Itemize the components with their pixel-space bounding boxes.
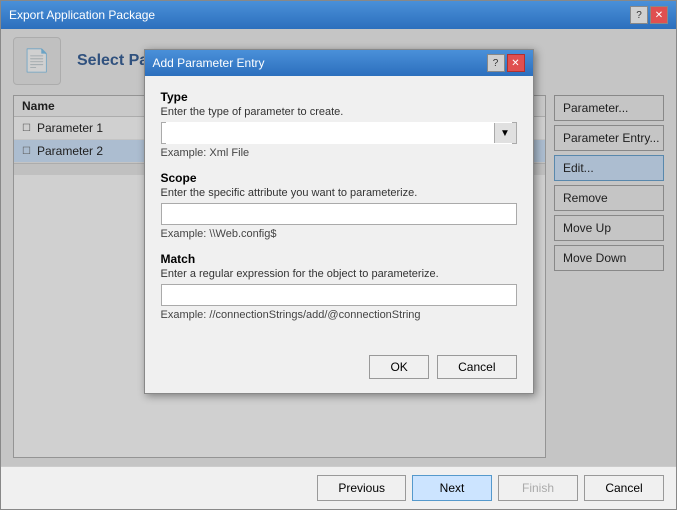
dialog-body: Type Enter the type of parameter to crea… [145,76,533,347]
scope-description: Enter the specific attribute you want to… [161,187,517,199]
next-button[interactable]: Next [412,475,492,501]
dialog-cancel-button[interactable]: Cancel [437,355,516,379]
type-description: Enter the type of parameter to create. [161,106,517,118]
dropdown-arrow-icon[interactable]: ▼ [494,123,516,143]
type-label: Type [161,90,517,104]
dialog-controls: ? ✕ [487,54,525,72]
outer-titlebar: Export Application Package ? ✕ [1,1,676,29]
dialog-help-button[interactable]: ? [487,54,505,72]
type-example: Example: Xml File [161,147,517,159]
type-input[interactable] [166,122,512,144]
match-example: Example: //connectionStrings/add/@connec… [161,309,517,321]
dialog-add-parameter-entry: Add Parameter Entry ? ✕ Type Enter the t… [144,49,534,394]
cancel-button[interactable]: Cancel [584,475,664,501]
type-dropdown[interactable]: ▼ [161,122,517,144]
outer-window-title: Export Application Package [9,8,155,22]
bottom-nav: Previous Next Finish Cancel [1,466,676,509]
scope-field-section: Scope Enter the specific attribute you w… [161,171,517,240]
scope-input[interactable] [161,203,517,225]
main-content: 📄 Select Parameters Name ☐ Parameter 1 ☐… [1,29,676,466]
outer-close-button[interactable]: ✕ [650,6,668,24]
outer-window: Export Application Package ? ✕ 📄 Select … [0,0,677,510]
dialog-title: Add Parameter Entry [153,56,265,70]
type-field-section: Type Enter the type of parameter to crea… [161,90,517,159]
dialog-close-button[interactable]: ✕ [507,54,525,72]
dialog-footer: OK Cancel [145,347,533,393]
match-input[interactable] [161,284,517,306]
match-field-section: Match Enter a regular expression for the… [161,252,517,321]
dialog-ok-button[interactable]: OK [369,355,429,379]
outer-titlebar-controls: ? ✕ [630,6,668,24]
match-description: Enter a regular expression for the objec… [161,268,517,280]
finish-button[interactable]: Finish [498,475,578,501]
scope-label: Scope [161,171,517,185]
previous-button[interactable]: Previous [317,475,406,501]
dialog-titlebar: Add Parameter Entry ? ✕ [145,50,533,76]
modal-overlay: Add Parameter Entry ? ✕ Type Enter the t… [1,29,676,466]
scope-example: Example: \\Web.config$ [161,228,517,240]
outer-help-button[interactable]: ? [630,6,648,24]
match-label: Match [161,252,517,266]
